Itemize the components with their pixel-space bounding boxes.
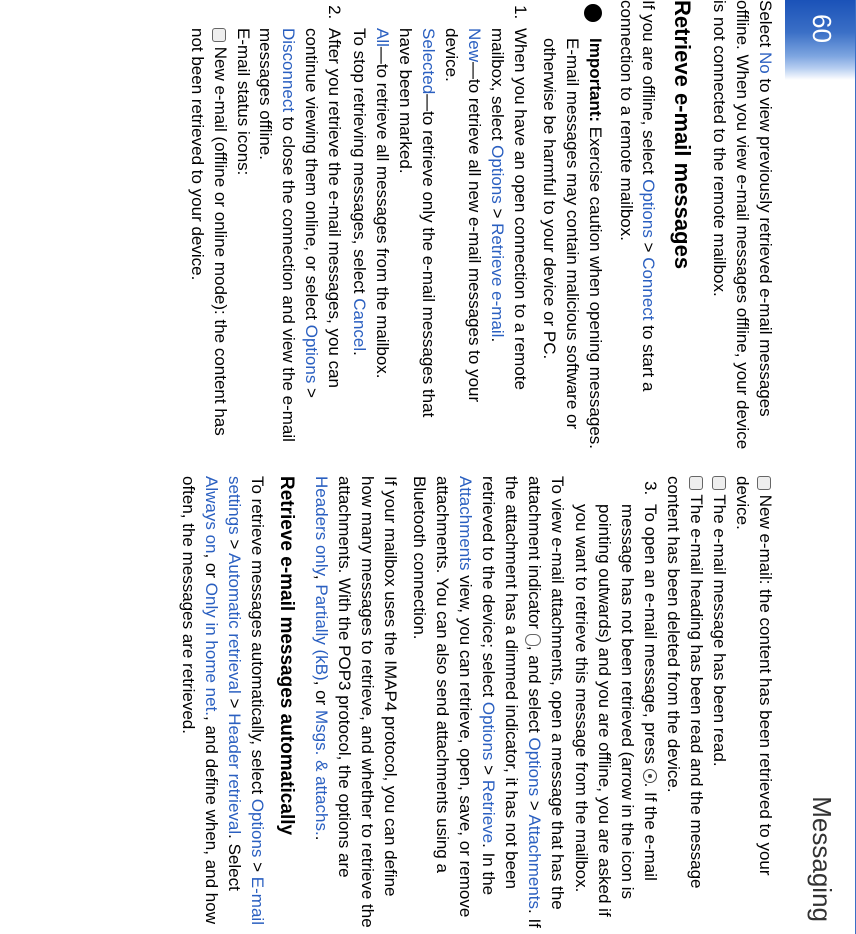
text: The e-mail message has been read. xyxy=(710,490,729,767)
link-options: Options xyxy=(525,737,544,796)
ordered-list-cont: To open an e-mail message, press . If th… xyxy=(570,476,662,928)
option-row: To stop retrieving messages, select Canc… xyxy=(347,28,370,452)
link-header-retrieval: Header retrieval xyxy=(225,713,244,834)
paragraph: To retrieve messages automatically, sele… xyxy=(176,476,268,928)
text: . xyxy=(350,351,369,356)
text: . xyxy=(312,836,331,841)
text: > xyxy=(225,535,244,553)
link-disconnect: Disconnect xyxy=(279,28,298,112)
link-retrieve-email: Retrieve e-mail xyxy=(488,223,507,337)
joystick-press-icon xyxy=(643,769,657,783)
option-row: New—to retrieve all new e-mail messages … xyxy=(439,28,485,452)
text: To open an e-mail message, press xyxy=(641,504,660,769)
page: 60 Messaging Select No to view previousl… xyxy=(0,0,856,934)
link-cancel: Cancel xyxy=(350,298,369,351)
section-label: Messaging xyxy=(806,796,837,922)
text: —to retrieve all messages from the mailb… xyxy=(373,47,392,379)
paragraph: To view e-mail attachments, open a messa… xyxy=(407,476,568,928)
text: Select xyxy=(756,0,775,52)
text: > xyxy=(640,238,659,257)
link-options: Options xyxy=(640,179,659,238)
text-bold: Important: xyxy=(586,38,605,122)
mail-new-retrieved-icon xyxy=(757,476,771,490)
content: Select No to view previously retrieved e… xyxy=(0,0,776,934)
link-retrieve: Retrieve xyxy=(479,780,498,843)
mail-new-unretrieved-icon xyxy=(212,28,226,42)
link-msgs-attachs: Msgs. & attachs. xyxy=(312,710,331,836)
mail-read-icon xyxy=(712,476,726,490)
text: . In the xyxy=(479,843,498,895)
option-row: Selected—to retrieve only the e-mail mes… xyxy=(393,28,439,452)
text: . xyxy=(488,337,507,342)
text: > xyxy=(488,204,507,223)
link-always-on: Always on xyxy=(202,476,221,553)
text: New e-mail: the content has been retriev… xyxy=(733,476,775,876)
paragraph: If your mailbox uses the IMAP4 protocol,… xyxy=(309,476,401,928)
status-row: The e-mail heading has been read and the… xyxy=(661,476,707,928)
status-row: New e-mail (offline or online mode): the… xyxy=(185,28,231,452)
important-icon xyxy=(580,0,606,26)
link-automatic-retrieval: Automatic retrieval xyxy=(225,553,244,694)
text: > xyxy=(248,857,267,876)
text: , or xyxy=(202,553,221,582)
mail-deleted-content-icon xyxy=(689,476,703,490)
option-row: All—to retrieve all messages from the ma… xyxy=(370,28,393,452)
text: —to retrieve all new e-mail messages to … xyxy=(442,28,484,402)
status-row: New e-mail: the content has been retriev… xyxy=(730,476,776,928)
paragraph: Select No to view previously retrieved e… xyxy=(707,0,776,452)
text: > xyxy=(525,796,544,814)
note-body: Important: Exercise caution when opening… xyxy=(537,38,606,452)
text: , and select xyxy=(525,646,544,738)
column-left: Select No to view previously retrieved e… xyxy=(0,0,776,452)
attachment-icon xyxy=(525,634,541,646)
text: If you are offline, select xyxy=(640,0,659,179)
link-attachments-view: Attachments xyxy=(456,476,475,571)
heading-retrieve: Retrieve e-mail messages xyxy=(668,0,698,452)
text: To retrieve messages automatically, sele… xyxy=(248,476,267,799)
header-bar: 60 Messaging xyxy=(786,0,856,934)
status-header: E-mail status icons: xyxy=(231,28,254,452)
link-headers-only: Headers only xyxy=(312,476,331,575)
link-options: Options xyxy=(302,325,321,384)
link-selected: Selected xyxy=(419,28,438,94)
link-options: Options xyxy=(479,702,498,761)
text: > xyxy=(225,694,244,713)
link-all: All xyxy=(373,28,392,47)
link-partially-kb: Partially (kB) xyxy=(312,584,331,680)
link-options: Options xyxy=(488,145,507,204)
text: The e-mail heading has been read and the… xyxy=(664,476,706,889)
paragraph: If you are offline, select Options > Con… xyxy=(614,0,660,452)
text: To stop retrieving messages, select xyxy=(350,28,369,298)
text: If your mailbox uses the IMAP4 protocol,… xyxy=(335,476,400,928)
status-row: The e-mail message has been read. xyxy=(707,476,730,928)
column-right: New e-mail: the content has been retriev… xyxy=(0,476,776,928)
page-number-block: 60 xyxy=(785,0,855,80)
ordered-list: When you have an open connection to a re… xyxy=(185,0,531,452)
link-attachments: Attachments xyxy=(525,815,544,910)
text: , or xyxy=(312,681,331,710)
text: > xyxy=(302,383,321,398)
text: > xyxy=(479,760,498,779)
link-no: No xyxy=(756,52,775,74)
link-only-home-net: Only in home net. xyxy=(202,583,221,716)
important-note: Important: Exercise caution when opening… xyxy=(537,0,606,452)
link-connect: Connect xyxy=(640,257,659,320)
heading-auto-retrieve: Retrieve e-mail messages automatically xyxy=(274,476,300,928)
link-options: Options xyxy=(248,799,267,858)
text: , xyxy=(312,575,331,584)
link-new: New xyxy=(465,28,484,62)
text: New e-mail (offline or online mode): the… xyxy=(188,28,230,436)
text: . Select xyxy=(225,834,244,891)
list-item: After you retrieve the e-mail messages, … xyxy=(185,24,346,452)
page-number: 60 xyxy=(806,14,837,43)
list-item: When you have an open connection to a re… xyxy=(347,24,531,452)
list-item: To open an e-mail message, press . If th… xyxy=(570,500,662,928)
